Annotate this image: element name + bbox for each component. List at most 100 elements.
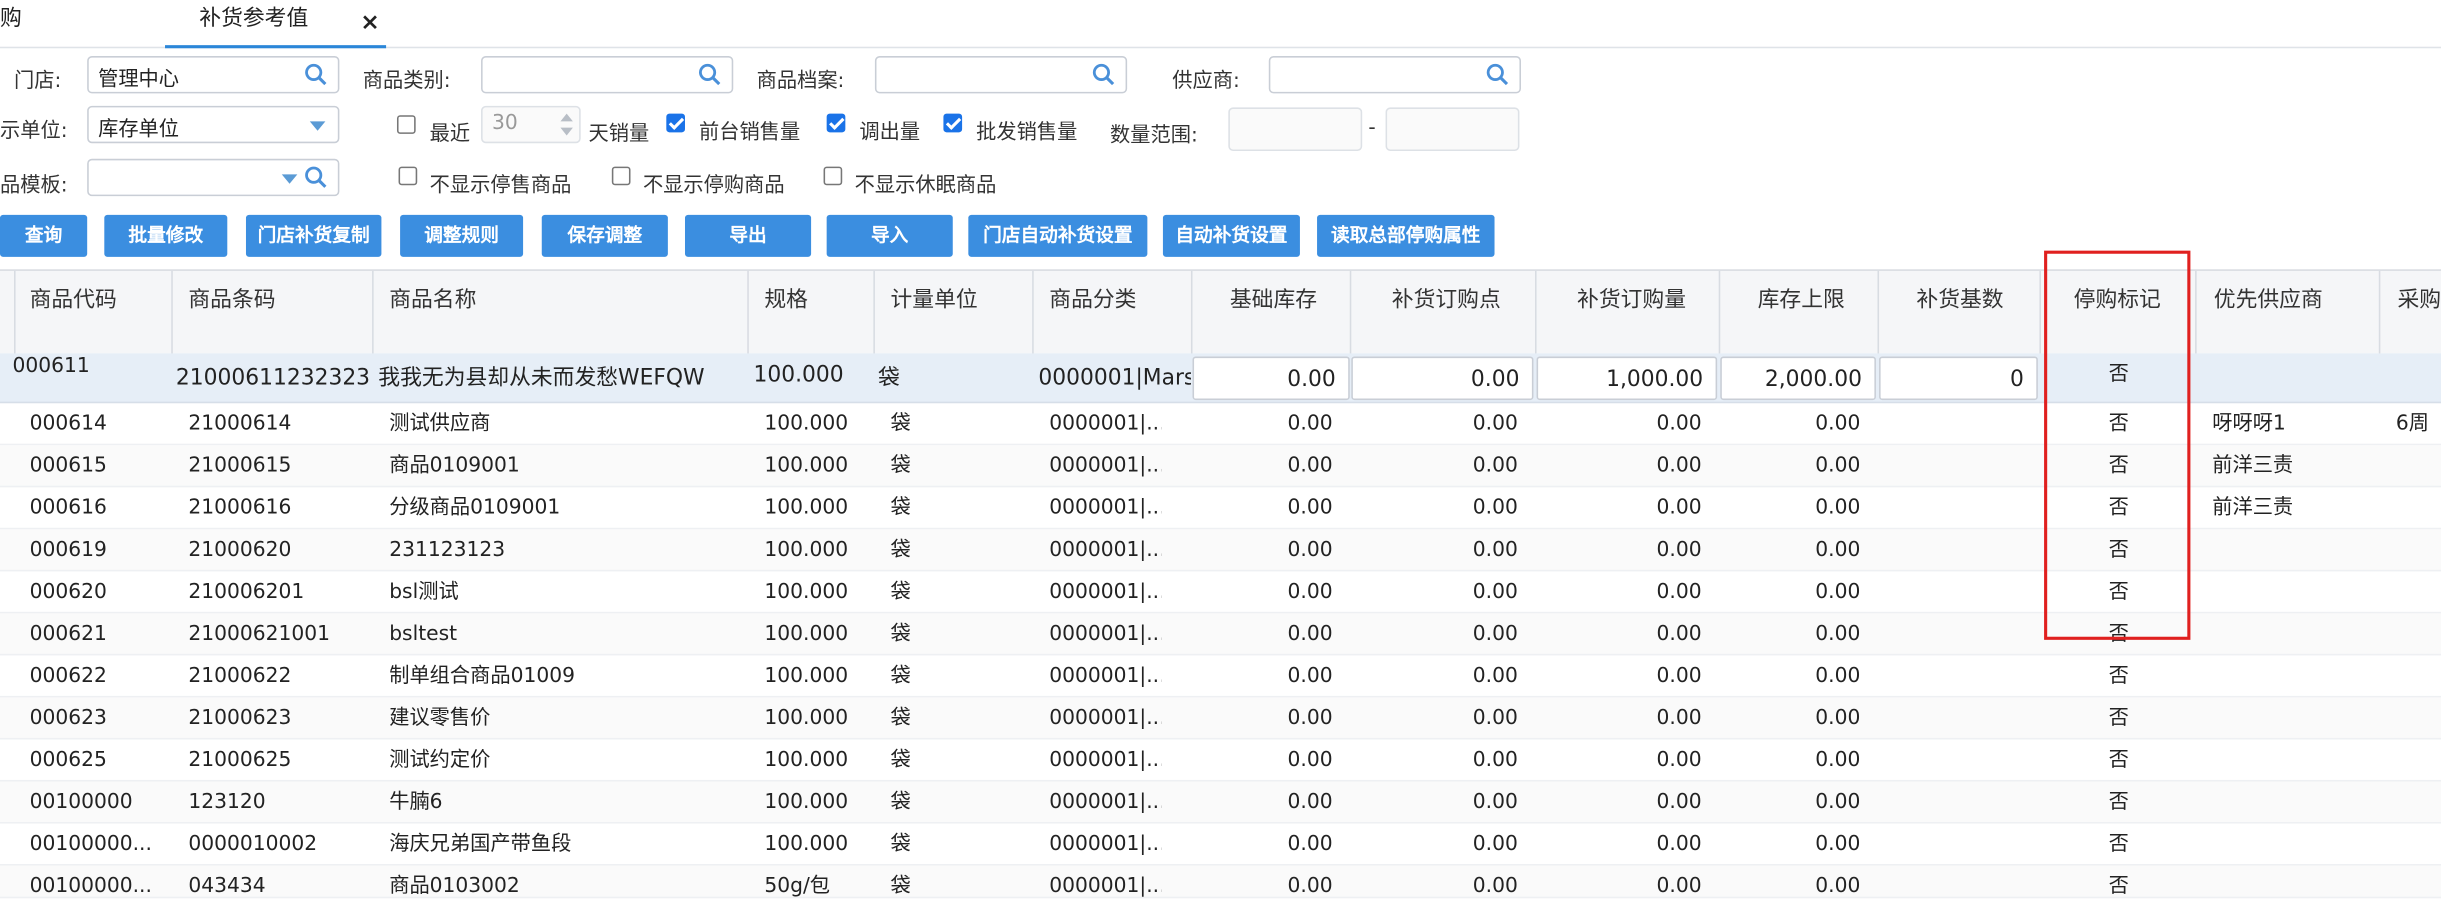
column-header[interactable]: 补货订购点: [1351, 270, 1537, 355]
stock-max-input[interactable]: 2,000.00: [1720, 356, 1876, 401]
cell-barcode: 0000010002: [188, 832, 318, 857]
search-icon[interactable]: [1485, 62, 1510, 87]
cell-category: 0000001|...: [1049, 622, 1162, 647]
template-input[interactable]: [87, 158, 340, 197]
qty-range-min-input[interactable]: [1228, 107, 1363, 152]
cell-base-stock: 0.00: [1287, 580, 1333, 605]
search-icon[interactable]: [304, 62, 329, 87]
column-header[interactable]: 补货订购量: [1537, 270, 1721, 355]
table-row[interactable]: 000620 210006201 bsl测试 100.000 袋 0000001…: [0, 571, 2441, 614]
cell-stock-max: 0.00: [1815, 622, 1861, 647]
hide-dormant-checkbox[interactable]: [823, 166, 843, 186]
cell-barcode: 21000621001: [188, 622, 331, 647]
column-header[interactable]: 基础库存: [1193, 270, 1352, 355]
supplier-label: 供应商:: [1172, 70, 1240, 94]
table-row[interactable]: 000621 21000621001 bsltest 100.000 袋 000…: [0, 613, 2441, 656]
table-row[interactable]: 000615 21000615 商品0109001 100.000 袋 0000…: [0, 445, 2441, 488]
import-button[interactable]: 导入: [826, 214, 953, 257]
cell-category: 0000001|...: [1049, 874, 1162, 899]
search-icon[interactable]: [1091, 62, 1116, 87]
cell-code: 000625: [29, 748, 107, 773]
cell-barcode: 210006201: [188, 580, 305, 605]
column-header[interactable]: 停购标记: [2041, 270, 2197, 355]
read-hq-stop-purchase-button[interactable]: 读取总部停购属性: [1317, 214, 1495, 257]
cell-reorder-qty: 0.00: [1656, 538, 1702, 563]
wholesale-checkbox[interactable]: [943, 113, 963, 133]
column-header[interactable]: 库存上限: [1720, 270, 1880, 355]
tab-purchase[interactable]: 购: [0, 0, 22, 45]
column-header[interactable]: 计量单位: [875, 270, 1034, 355]
category-input[interactable]: [481, 56, 734, 94]
table-row[interactable]: 000614 21000614 测试供应商 100.000 袋 0000001|…: [0, 403, 2441, 446]
table-row[interactable]: 00100000... 043434 商品0103002 50g/包 袋 000…: [0, 865, 2441, 899]
cell-name: 测试供应商: [389, 412, 491, 436]
cell-stop-flag: 否: [2108, 496, 2129, 520]
close-icon[interactable]: ×: [360, 3, 380, 40]
store-input[interactable]: 管理中心: [87, 56, 340, 94]
column-header[interactable]: 商品代码: [16, 270, 173, 355]
column-header[interactable]: 商品条码: [173, 270, 374, 355]
cell-spec: 100.000: [764, 622, 849, 647]
table-row[interactable]: 000616 21000616 分级商品0109001 100.000 袋 00…: [0, 487, 2441, 530]
table-row[interactable]: 000619 21000620 231123123 100.000 袋 0000…: [0, 529, 2441, 572]
table-row[interactable]: 000622 21000622 制单组合商品01009 100.000 袋 00…: [0, 655, 2441, 698]
recent-days-checkbox[interactable]: [396, 115, 416, 134]
column-header[interactable]: 优先供应商: [2197, 270, 2381, 355]
search-icon[interactable]: [304, 165, 329, 190]
cell-stop-flag: 否: [2108, 412, 2129, 436]
export-button[interactable]: 导出: [684, 214, 812, 257]
cell-reorder-qty: 0.00: [1656, 748, 1702, 773]
search-icon[interactable]: [697, 62, 722, 87]
cell-name: 建议零售价: [389, 706, 491, 731]
cell-stock-max: 0.00: [1815, 790, 1861, 815]
cell-stop-flag: 否: [2108, 622, 2129, 647]
base-stock-input[interactable]: 0.00: [1192, 356, 1350, 401]
cell-reorder-qty: 0.00: [1656, 580, 1702, 605]
cell-spec: 100.000: [764, 748, 849, 773]
table-row[interactable]: 000623 21000623 建议零售价 100.000 袋 0000001|…: [0, 697, 2441, 740]
table-row[interactable]: 00100000 123120 牛腩6 100.000 袋 0000001|..…: [0, 781, 2441, 824]
reorder-base-input[interactable]: 0: [1879, 356, 2038, 401]
hide-stop-purchase-checkbox[interactable]: [611, 166, 631, 186]
archive-input[interactable]: [874, 56, 1128, 94]
qty-range-max-input[interactable]: [1385, 107, 1520, 152]
query-button[interactable]: 查询: [0, 214, 88, 257]
column-header[interactable]: 补货基数: [1879, 270, 2041, 355]
save-adjust-button[interactable]: 保存调整: [541, 214, 668, 257]
cell-reorder-point: 0.00: [1472, 622, 1518, 647]
table-row-selected[interactable]: 000611 21000611232323 我我无为县却从未而发愁WEFQW 1…: [0, 353, 2441, 404]
store-copy-button[interactable]: 门店补货复制: [245, 214, 382, 257]
cell-name: 海庆兄弟国产带鱼段: [389, 832, 572, 857]
store-auto-replenish-setting-button[interactable]: 门店自动补货设置: [968, 214, 1148, 257]
cell-base-stock: 0.00: [1287, 412, 1333, 436]
cell-stop-flag: 否: [2108, 580, 2129, 605]
reorder-point-input[interactable]: 0.00: [1351, 356, 1534, 401]
table-row[interactable]: 00100000... 0000010002 海庆兄弟国产带鱼段 100.000…: [0, 824, 2441, 866]
recent-days-stepper[interactable]: 30: [481, 105, 581, 144]
cell-category: 0000001|...: [1049, 580, 1162, 605]
display-unit-select[interactable]: 库存单位: [87, 105, 340, 144]
cell-code: 00100000...: [29, 874, 152, 899]
hide-stop-sale-checkbox[interactable]: [398, 166, 418, 186]
auto-replenish-setting-button[interactable]: 自动补货设置: [1162, 214, 1300, 257]
table-row[interactable]: 000625 21000625 测试约定价 100.000 袋 0000001|…: [0, 739, 2441, 782]
chevron-down-icon[interactable]: [309, 121, 326, 131]
stepper-arrows[interactable]: [556, 109, 578, 140]
cell-unit: 袋: [890, 664, 911, 689]
transfer-out-checkbox[interactable]: [826, 113, 846, 133]
front-sales-checkbox[interactable]: [666, 113, 685, 133]
cell-stock-max: 0.00: [1815, 664, 1861, 689]
supplier-input[interactable]: [1268, 56, 1521, 94]
adjust-rules-button[interactable]: 调整规则: [400, 214, 524, 257]
cell-unit: 袋: [890, 748, 911, 773]
reorder-qty-input[interactable]: 1,000.00: [1536, 356, 1718, 401]
chevron-down-icon[interactable]: [281, 174, 298, 184]
tab-replenishment-reference[interactable]: 补货参考值 ×: [165, 0, 387, 49]
front-sales-label: 前台销售量: [699, 121, 801, 145]
column-header[interactable]: 采购: [2380, 271, 2441, 355]
cell-code: 000620: [29, 580, 107, 605]
batch-edit-button[interactable]: 批量修改: [104, 214, 228, 257]
column-header[interactable]: 规格: [749, 270, 875, 355]
column-header[interactable]: 商品名称: [374, 270, 749, 355]
column-header[interactable]: 商品分类: [1034, 270, 1193, 355]
